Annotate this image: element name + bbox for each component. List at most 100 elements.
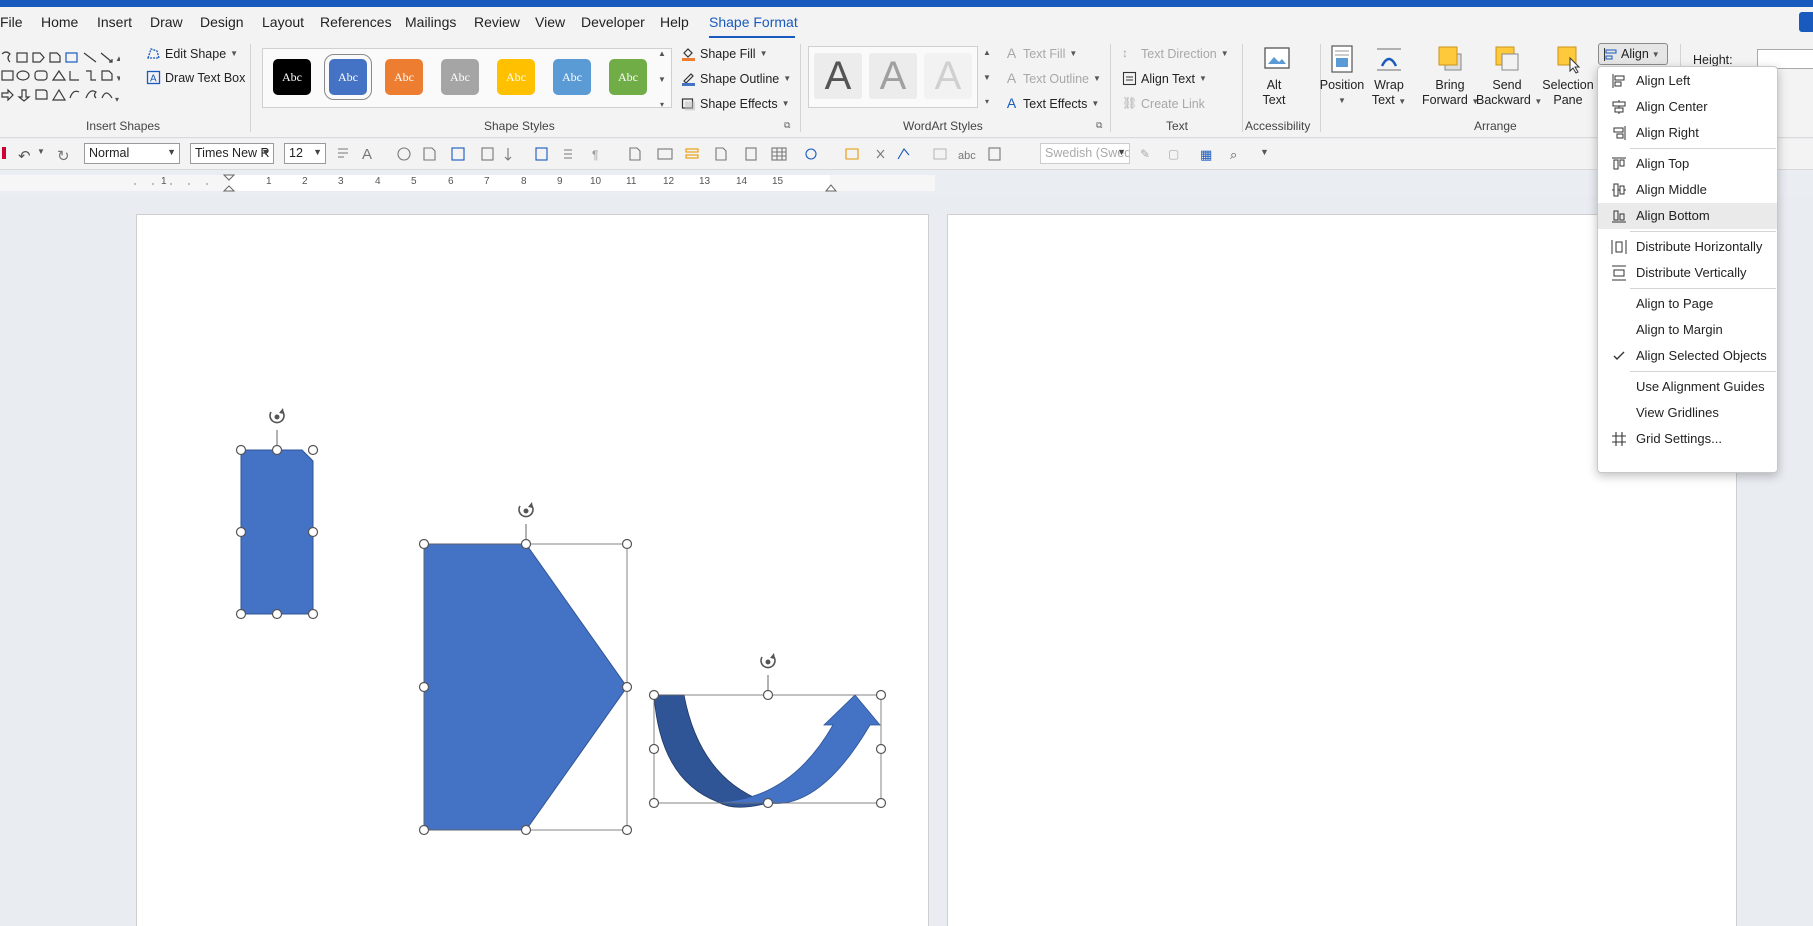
text-effects-button[interactable]: A Text Effects ▼: [1004, 96, 1099, 111]
alt-text-button[interactable]: Alt Text: [1262, 44, 1290, 108]
bring-forward-button[interactable]: Bring Forward ▼: [1422, 44, 1479, 109]
menu-item-align-selected-objects[interactable]: Align Selected Objects: [1598, 343, 1777, 369]
rotate-handle-icon: [760, 653, 776, 669]
menu-item-label: Use Alignment Guides: [1636, 379, 1765, 394]
align-dropdown-menu: Align Left Align Center Align Right Alig…: [1597, 66, 1778, 473]
selection-pane-label-2: Pane: [1553, 93, 1583, 107]
text-direction-label: Text Direction: [1141, 46, 1217, 61]
grid-icon: [1612, 432, 1626, 446]
create-link-button[interactable]: ⛓ Create Link: [1122, 96, 1205, 111]
align-left-icon: [1612, 74, 1625, 88]
text-direction-button[interactable]: ↕ Text Direction ▼: [1122, 46, 1229, 61]
share-button-edge[interactable]: [1799, 12, 1813, 32]
menu-item-grid-settings[interactable]: Grid Settings...: [1598, 426, 1777, 452]
selection-pane-label-1: Selection: [1542, 78, 1594, 92]
drawing-layer: [235, 408, 887, 836]
menu-item-align-to-page[interactable]: Align to Page: [1598, 291, 1777, 317]
link-icon: ⛓: [1122, 96, 1138, 110]
menu-item-label: Distribute Horizontally: [1636, 239, 1763, 254]
proofing-icon[interactable]: ✎: [1140, 147, 1154, 161]
wordart-launcher-icon[interactable]: ⧉: [1096, 120, 1102, 131]
text-effects-label: Text Effects: [1023, 96, 1088, 111]
checkmark-icon: [1613, 351, 1625, 360]
selection-pane-icon: [1557, 46, 1581, 74]
menu-separator: [1630, 371, 1776, 372]
rotate-handle-icon: [518, 502, 534, 518]
position-label: Position: [1319, 78, 1365, 92]
send-backward-label-1: Send: [1492, 78, 1522, 92]
curved-up-arrow-shape[interactable]: [648, 653, 887, 809]
menu-item-label: Align Right: [1636, 125, 1699, 140]
search-icon[interactable]: ⌕: [1230, 147, 1244, 162]
text-outline-icon: A: [1006, 70, 1017, 86]
wrap-text-label-2: Text: [1371, 93, 1395, 107]
menu-item-align-left[interactable]: Align Left: [1598, 68, 1777, 94]
gridlines-icon[interactable]: ▦: [1200, 147, 1214, 162]
bring-forward-icon: [1438, 46, 1462, 71]
menu-item-distribute-vertically[interactable]: Distribute Vertically: [1598, 260, 1777, 286]
alt-text-label-1: Alt: [1266, 78, 1282, 92]
bring-forward-label-2: Forward: [1422, 93, 1468, 107]
wrap-text-icon: [1377, 48, 1401, 71]
send-backward-button[interactable]: Send Backward ▼: [1476, 44, 1542, 109]
customize-qat-icon[interactable]: ▼: [1260, 147, 1274, 161]
lock-icon[interactable]: ▢: [1168, 147, 1182, 161]
menu-item-label: Align Middle: [1636, 182, 1707, 197]
position-icon: [1331, 45, 1353, 73]
send-backward-label-2: Backward: [1476, 93, 1531, 107]
height-label: Height:: [1693, 53, 1733, 67]
menu-item-label: View Gridlines: [1636, 405, 1719, 420]
selection-pane-button[interactable]: Selection Pane: [1542, 44, 1594, 108]
menu-item-align-middle[interactable]: Align Middle: [1598, 177, 1777, 203]
alt-text-icon: [1264, 47, 1290, 69]
menu-separator: [1630, 148, 1776, 149]
menu-separator: [1630, 231, 1776, 232]
group-separator: [1242, 44, 1243, 132]
menu-item-distribute-horizontally[interactable]: Distribute Horizontally: [1598, 234, 1777, 260]
text-direction-icon: ↕: [1122, 46, 1128, 60]
menu-item-align-to-margin[interactable]: Align to Margin: [1598, 317, 1777, 343]
align-label: Align: [1621, 47, 1649, 61]
send-backward-icon: [1495, 46, 1519, 71]
menu-item-use-alignment-guides[interactable]: Use Alignment Guides: [1598, 374, 1777, 400]
pentagon-arrow-shape[interactable]: [418, 502, 633, 836]
align-right-icon: [1613, 126, 1626, 140]
create-link-label: Create Link: [1141, 96, 1205, 111]
language-select[interactable]: Swedish (Swed ▼: [1040, 143, 1130, 164]
align-button[interactable]: Align ▼: [1598, 43, 1668, 65]
align-bottom-icon: [1612, 210, 1626, 223]
menu-separator: [1630, 288, 1776, 289]
menu-item-align-bottom[interactable]: Align Bottom: [1598, 203, 1777, 229]
distribute-horizontal-icon: [1611, 240, 1627, 254]
rotate-handle-icon: [269, 408, 285, 424]
text-fill-icon: A: [1006, 45, 1017, 61]
align-text-icon: [1122, 71, 1137, 86]
group-label-text: Text: [1166, 119, 1189, 133]
text-outline-button[interactable]: A Text Outline ▼: [1004, 71, 1101, 86]
align-center-icon: [1612, 100, 1626, 114]
wordart-gallery-scroll[interactable]: ▲ ▼ ▾: [980, 48, 994, 106]
menu-item-align-right[interactable]: Align Right: [1598, 120, 1777, 146]
text-fill-button[interactable]: A Text Fill ▼: [1004, 46, 1077, 61]
snipped-rectangle-shape[interactable]: [235, 408, 319, 620]
position-button[interactable]: Position ▼: [1318, 44, 1366, 108]
alt-text-label-2: Text: [1262, 93, 1286, 107]
menu-item-label: Align Left: [1636, 73, 1691, 88]
align-objects-icon: [1604, 47, 1617, 61]
menu-item-label: Distribute Vertically: [1636, 265, 1747, 280]
wrap-text-button[interactable]: Wrap Text ▼: [1369, 44, 1409, 109]
menu-item-align-center[interactable]: Align Center: [1598, 94, 1777, 120]
align-text-button[interactable]: Align Text ▼: [1122, 71, 1207, 86]
group-label-accessibility: Accessibility: [1245, 119, 1311, 133]
menu-item-label: Align Top: [1636, 156, 1690, 171]
align-middle-icon: [1612, 183, 1626, 197]
text-effects-icon: A: [1006, 95, 1017, 111]
menu-item-label: Align Bottom: [1636, 208, 1710, 223]
menu-item-view-gridlines[interactable]: View Gridlines: [1598, 400, 1777, 426]
menu-item-label: Align to Margin: [1636, 322, 1723, 337]
svg-text:abc: abc: [958, 150, 976, 162]
text-fill-label: Text Fill: [1023, 46, 1066, 61]
distribute-vertical-icon: [1612, 265, 1626, 281]
menu-item-label: Align to Page: [1636, 296, 1714, 311]
menu-item-align-top[interactable]: Align Top: [1598, 151, 1777, 177]
